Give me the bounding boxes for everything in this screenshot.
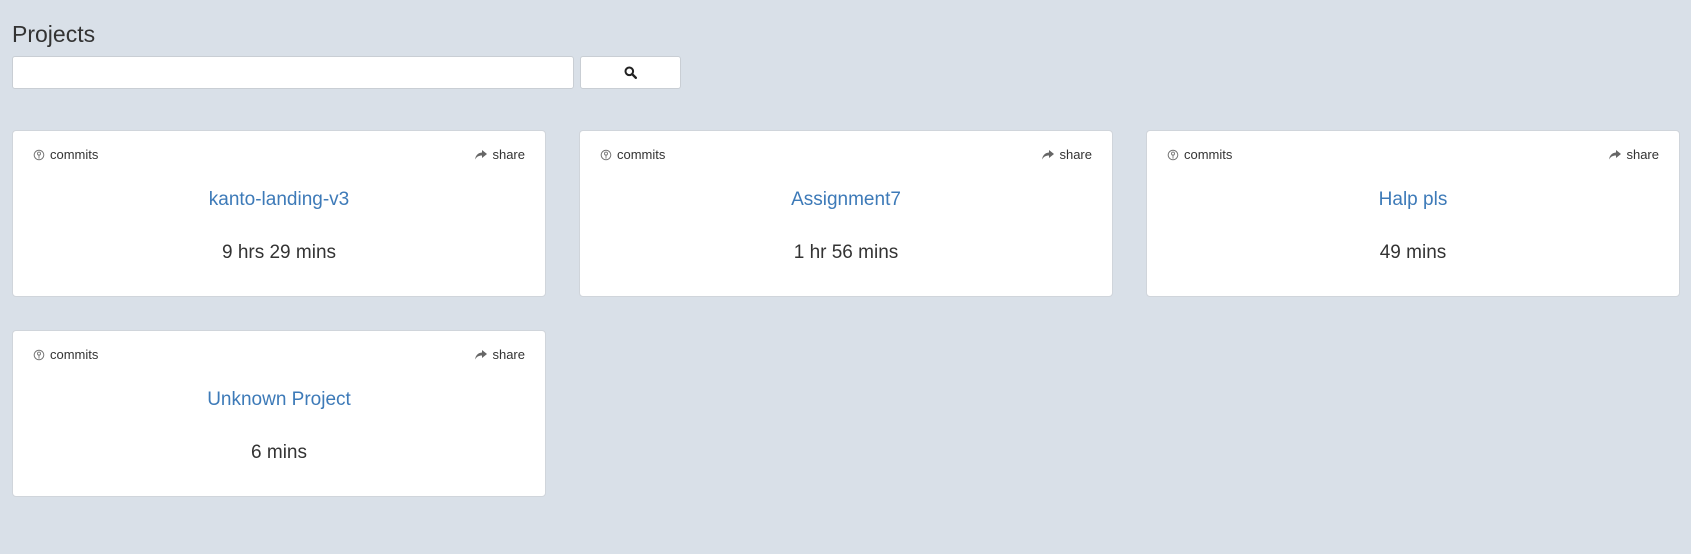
share-label: share: [1626, 147, 1659, 162]
search-button[interactable]: [580, 56, 681, 89]
project-card: commits share Assignment7 1 hr 56 mins: [579, 130, 1113, 297]
commits-link[interactable]: commits: [1167, 147, 1232, 162]
commits-icon: [1167, 149, 1179, 161]
commits-label: commits: [617, 147, 666, 162]
project-card: commits share Unknown Project 6 mins: [12, 330, 546, 497]
project-name-link[interactable]: Unknown Project: [13, 389, 545, 411]
share-link[interactable]: share: [474, 147, 525, 162]
commits-icon: [33, 149, 45, 161]
search-icon: [624, 66, 637, 79]
project-name-link[interactable]: Halp pls: [1147, 189, 1679, 211]
commits-link[interactable]: commits: [33, 147, 98, 162]
share-label: share: [492, 347, 525, 362]
share-icon: [1608, 149, 1622, 161]
project-time: 6 mins: [251, 442, 307, 463]
share-icon: [474, 149, 488, 161]
project-time: 9 hrs 29 mins: [221, 242, 337, 263]
commits-label: commits: [50, 347, 99, 362]
share-icon: [474, 349, 488, 361]
commits-label: commits: [50, 147, 99, 162]
share-link[interactable]: share: [474, 347, 525, 362]
share-label: share: [1059, 147, 1092, 162]
share-link[interactable]: share: [1608, 147, 1659, 162]
page-title: Projects: [12, 21, 96, 47]
commits-link[interactable]: commits: [600, 147, 665, 162]
project-name-link[interactable]: Assignment7: [580, 189, 1112, 211]
project-time: 49 mins: [1379, 242, 1447, 263]
commits-link[interactable]: commits: [33, 347, 98, 362]
commits-icon: [600, 149, 612, 161]
share-link[interactable]: share: [1041, 147, 1092, 162]
project-card: commits share kanto-landing-v3 9 hrs 29 …: [12, 130, 546, 297]
commits-label: commits: [1184, 147, 1233, 162]
project-name-link[interactable]: kanto-landing-v3: [13, 189, 545, 211]
search-input[interactable]: [12, 56, 574, 89]
share-label: share: [492, 147, 525, 162]
project-card: commits share Halp pls 49 mins: [1146, 130, 1680, 297]
share-icon: [1041, 149, 1055, 161]
project-time: 1 hr 56 mins: [793, 242, 899, 263]
commits-icon: [33, 349, 45, 361]
